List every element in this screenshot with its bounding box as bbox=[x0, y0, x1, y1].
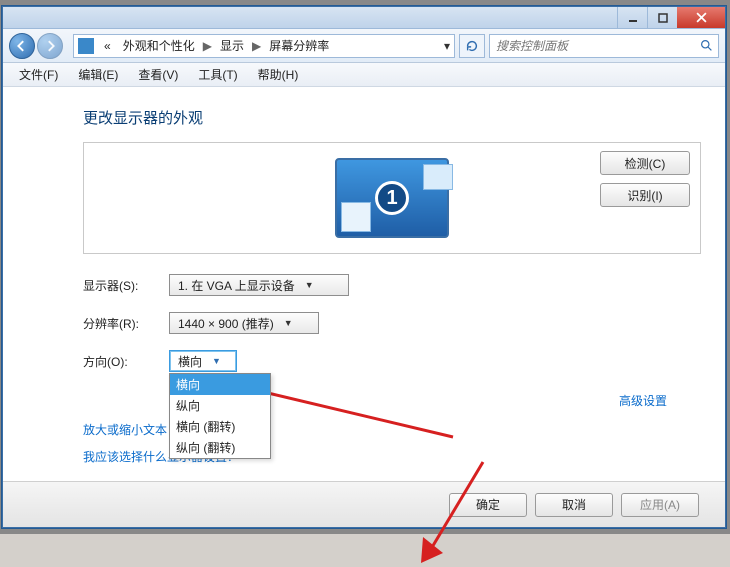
menu-tools[interactable]: 工具(T) bbox=[188, 66, 247, 83]
dialog-footer: 确定 取消 应用(A) bbox=[3, 481, 725, 527]
address-dropdown-icon[interactable]: ▾ bbox=[440, 39, 454, 53]
chevron-right-icon: ▶ bbox=[250, 39, 263, 53]
window-titlebar bbox=[3, 7, 725, 29]
orientation-dropdown-list: 横向 纵向 横向 (翻转) 纵向 (翻转) bbox=[169, 373, 271, 459]
refresh-button[interactable] bbox=[459, 34, 485, 58]
page-title: 更改显示器的外观 bbox=[83, 107, 701, 128]
detect-button[interactable]: 检测(C) bbox=[600, 151, 690, 175]
monitor-thumbnail[interactable]: 1 bbox=[335, 158, 449, 238]
display-value: 1. 在 VGA 上显示设备 bbox=[178, 277, 295, 294]
identify-button[interactable]: 识别(I) bbox=[600, 183, 690, 207]
search-box[interactable] bbox=[489, 34, 719, 58]
orientation-option[interactable]: 纵向 (翻转) bbox=[170, 437, 270, 458]
menu-bar: 文件(F) 编辑(E) 查看(V) 工具(T) 帮助(H) bbox=[3, 63, 725, 87]
window-icon bbox=[423, 164, 453, 190]
chevron-down-icon: ▼ bbox=[212, 356, 221, 366]
orientation-option[interactable]: 纵向 bbox=[170, 395, 270, 416]
resolution-dropdown[interactable]: 1440 × 900 (推荐) ▼ bbox=[169, 312, 319, 334]
menu-view[interactable]: 查看(V) bbox=[128, 66, 188, 83]
menu-help[interactable]: 帮助(H) bbox=[248, 66, 309, 83]
control-panel-window: « 外观和个性化 ▶ 显示 ▶ 屏幕分辨率 ▾ 文件(F) 编辑(E) 查看(V… bbox=[2, 6, 726, 528]
close-button[interactable] bbox=[677, 7, 725, 28]
apply-button[interactable]: 应用(A) bbox=[621, 493, 699, 517]
resolution-value: 1440 × 900 (推荐) bbox=[178, 315, 274, 332]
display-label: 显示器(S): bbox=[83, 277, 169, 294]
breadcrumb-resolution[interactable]: 屏幕分辨率 bbox=[263, 37, 335, 54]
control-panel-icon bbox=[78, 38, 94, 54]
window-icon bbox=[341, 202, 371, 232]
nav-back-button[interactable] bbox=[9, 33, 35, 59]
orientation-label: 方向(O): bbox=[83, 353, 169, 370]
minimize-button[interactable] bbox=[617, 7, 647, 28]
breadcrumb-appearance[interactable]: 外观和个性化 bbox=[117, 37, 201, 54]
chevron-right-icon: ▶ bbox=[201, 39, 214, 53]
monitor-number-badge: 1 bbox=[375, 181, 409, 215]
nav-forward-button[interactable] bbox=[37, 33, 63, 59]
orientation-dropdown[interactable]: 横向 ▼ 横向 纵向 横向 (翻转) 纵向 (翻转) bbox=[169, 350, 237, 372]
monitor-preview-box: 1 检测(C) 识别(I) bbox=[83, 142, 701, 254]
content-area: 更改显示器的外观 1 检测(C) 识别(I) 显示器(S): 1. 在 VGA … bbox=[3, 87, 725, 481]
menu-edit[interactable]: 编辑(E) bbox=[68, 66, 128, 83]
resolution-label: 分辨率(R): bbox=[83, 315, 169, 332]
orientation-option[interactable]: 横向 (翻转) bbox=[170, 416, 270, 437]
ok-button[interactable]: 确定 bbox=[449, 493, 527, 517]
cancel-button[interactable]: 取消 bbox=[535, 493, 613, 517]
menu-file[interactable]: 文件(F) bbox=[9, 66, 68, 83]
nav-row: « 外观和个性化 ▶ 显示 ▶ 屏幕分辨率 ▾ bbox=[3, 29, 725, 63]
maximize-button[interactable] bbox=[647, 7, 677, 28]
breadcrumb-root[interactable]: « bbox=[98, 39, 117, 53]
search-icon[interactable] bbox=[694, 35, 718, 57]
breadcrumb-display[interactable]: 显示 bbox=[214, 37, 250, 54]
orientation-option[interactable]: 横向 bbox=[170, 374, 270, 395]
display-dropdown[interactable]: 1. 在 VGA 上显示设备 ▼ bbox=[169, 274, 349, 296]
address-bar[interactable]: « 外观和个性化 ▶ 显示 ▶ 屏幕分辨率 ▾ bbox=[73, 34, 455, 58]
chevron-down-icon: ▼ bbox=[305, 280, 314, 290]
search-input[interactable] bbox=[490, 39, 694, 53]
orientation-value: 横向 bbox=[178, 353, 202, 370]
chevron-down-icon: ▼ bbox=[284, 318, 293, 328]
